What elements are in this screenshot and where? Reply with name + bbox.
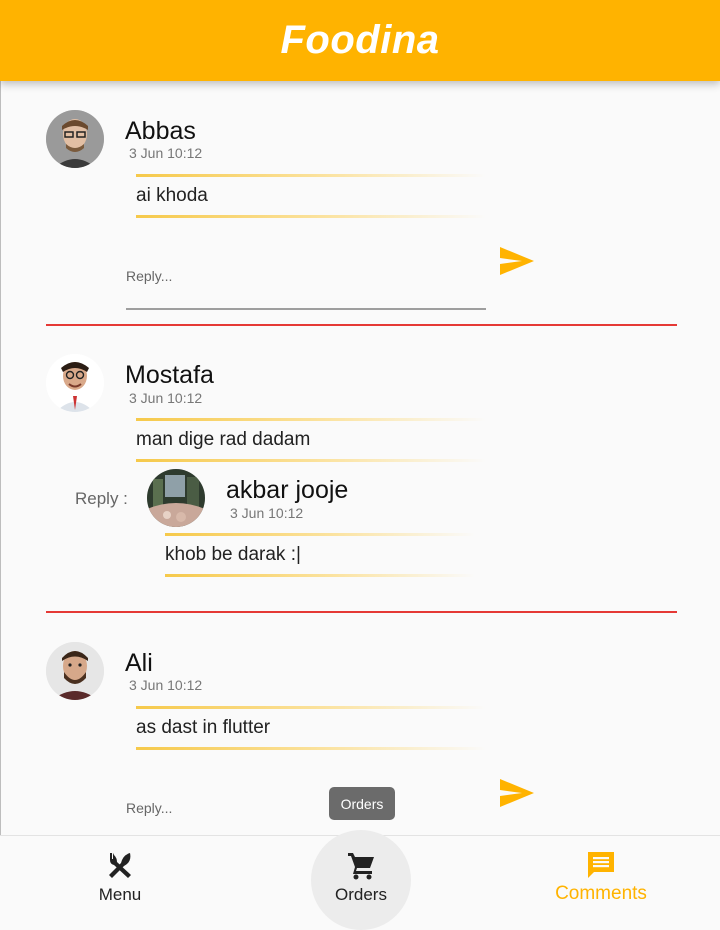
send-icon [500, 247, 534, 275]
comment-time: 3 Jun 10:12 [129, 145, 203, 161]
reply-label: Reply : [75, 489, 128, 508]
author-name: Mostafa [125, 361, 214, 389]
send-button[interactable] [500, 247, 534, 275]
avatar [46, 110, 104, 168]
send-button[interactable] [500, 779, 534, 807]
message-top-rule [136, 706, 486, 709]
comment-divider [46, 611, 677, 613]
message-bottom-rule [165, 574, 475, 577]
reply-message: khob be darak :| [165, 533, 475, 577]
cart-icon [348, 853, 374, 880]
comment-time: 3 Jun 10:12 [129, 677, 203, 693]
orders-tooltip: Orders [329, 787, 395, 820]
author-name: Abbas [125, 117, 196, 145]
fork-knife-icon [109, 853, 131, 878]
author-name: Ali [125, 649, 153, 677]
message-top-rule [136, 174, 486, 177]
app-title: Foodina [280, 18, 440, 62]
message-top-rule [136, 418, 486, 421]
message-top-rule [165, 533, 475, 536]
window-edge [0, 81, 1, 915]
nav-orders[interactable]: Orders [241, 835, 481, 915]
message-bottom-rule [136, 459, 486, 462]
nav-comments[interactable]: Comments [481, 835, 720, 915]
avatar [46, 354, 104, 412]
comment-message: ai khoda [136, 174, 486, 218]
comment-message: man dige rad dadam [136, 418, 486, 462]
comment-message: as dast in flutter [136, 706, 486, 750]
comment-time: 3 Jun 10:12 [129, 390, 203, 406]
nav-menu[interactable]: Menu [0, 835, 240, 915]
message-text: man dige rad dadam [136, 429, 311, 450]
nav-comments-label: Comments [555, 883, 647, 904]
send-icon [500, 779, 534, 807]
comment-divider [46, 324, 677, 326]
reply-author-name: akbar jooje [226, 476, 349, 504]
message-text: ai khoda [136, 185, 208, 206]
nav-menu-label: Menu [98, 885, 142, 904]
message-text: as dast in flutter [136, 717, 271, 738]
reply-time: 3 Jun 10:12 [230, 505, 304, 521]
reply-input[interactable] [126, 258, 486, 310]
comment-icon [588, 852, 614, 878]
app-bar: Foodina [0, 0, 720, 81]
reply-avatar [147, 469, 205, 527]
avatar [46, 642, 104, 700]
message-bottom-rule [136, 747, 486, 750]
nav-orders-label: Orders [335, 885, 387, 904]
message-bottom-rule [136, 215, 486, 218]
reply-message-text: khob be darak :| [165, 544, 301, 565]
